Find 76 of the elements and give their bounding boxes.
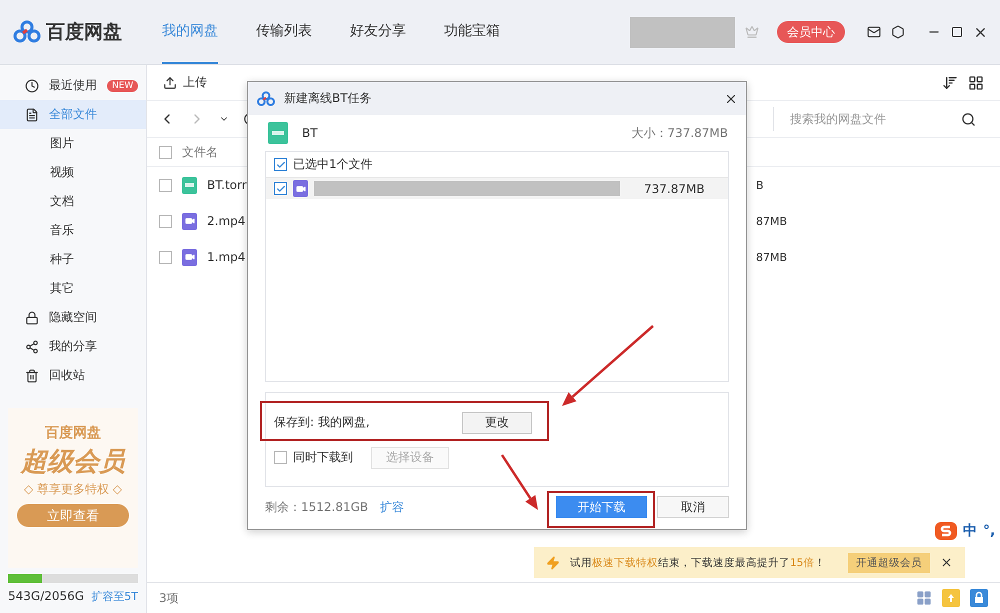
sidebar-icon xyxy=(25,78,39,92)
torrent-file-icon xyxy=(268,122,288,144)
table-cell-text: 87MB xyxy=(756,214,788,228)
total-size: 大小：737.87MB xyxy=(631,124,728,142)
select-all-label: 已选中1个文件 xyxy=(293,156,373,173)
sidebar-item[interactable]: 种子 xyxy=(0,245,146,274)
toolbar-button[interactable]: 上传 xyxy=(163,74,207,91)
sidebar-item[interactable]: 隐藏空间 xyxy=(0,303,146,332)
nav-tab[interactable]: 好友分享 xyxy=(350,0,406,64)
change-button[interactable]: 更改 xyxy=(462,412,532,434)
upload-icon xyxy=(163,76,177,90)
app-title: 百度网盘 xyxy=(46,20,122,45)
sidebar-item[interactable]: 回收站 xyxy=(0,361,146,390)
checkbox[interactable] xyxy=(159,146,172,158)
grid-view-icon[interactable] xyxy=(968,74,984,90)
torrent-file-icon xyxy=(182,176,197,194)
cloud-logo-icon xyxy=(256,90,276,106)
file-name: 1.mp4 xyxy=(207,250,246,264)
sidebar-item[interactable]: 其它 xyxy=(0,274,146,303)
file-name: BT.torr xyxy=(207,178,247,192)
nav-tab[interactable]: 传输列表 xyxy=(256,0,312,64)
sidebar-item[interactable]: 文档 xyxy=(0,187,146,216)
upgrade-button[interactable]: 开通超级会员 xyxy=(848,552,930,572)
lightning-icon xyxy=(546,556,560,570)
maximize-icon[interactable] xyxy=(951,26,963,38)
vip-center-button[interactable]: 会员中心 xyxy=(777,21,845,43)
item-count: 3项 xyxy=(159,590,179,606)
sidebar-item[interactable]: 视频 xyxy=(0,158,146,187)
search-field[interactable]: 搜索我的网盘文件 xyxy=(788,111,961,127)
sidebar-icon xyxy=(25,108,39,122)
sort-icon[interactable] xyxy=(942,74,958,90)
checkbox[interactable] xyxy=(274,158,287,171)
notice-text: 试用极速下载特权结束，下载速度最高提升了 15倍！ xyxy=(570,556,826,570)
table-cell-text: 87MB xyxy=(756,250,788,264)
file-size: 737.87MB xyxy=(644,182,705,196)
checkbox[interactable] xyxy=(159,214,172,228)
annotation-arrow xyxy=(500,454,538,510)
storage-usage: 543G/2056G xyxy=(8,589,84,604)
also-download-label: 同时下载到 xyxy=(293,449,353,466)
crown-icon xyxy=(745,25,759,39)
lock-icon[interactable] xyxy=(970,589,988,607)
checkbox[interactable] xyxy=(274,451,287,464)
new-badge: NEW xyxy=(107,80,138,92)
video-file-icon xyxy=(182,212,197,230)
video-file-icon xyxy=(182,248,197,266)
settings-icon[interactable] xyxy=(891,25,905,39)
promo-headline: 超级会员 xyxy=(21,446,125,479)
close-icon[interactable] xyxy=(940,556,953,569)
promo-tagline: ◇ 尊享更多特权 ◇ xyxy=(24,481,122,498)
checkbox[interactable] xyxy=(159,178,172,192)
mail-icon[interactable] xyxy=(867,25,881,39)
dialog-title: 新建离线BT任务 xyxy=(284,90,372,107)
column-header: 文件名 xyxy=(182,144,218,160)
apps-icon[interactable] xyxy=(916,590,932,606)
promo-brand: 百度网盘 xyxy=(45,424,101,442)
nav-tab[interactable]: 功能宝箱 xyxy=(444,0,500,64)
file-name: 2.mp4 xyxy=(207,214,246,228)
ime-mode: 中 xyxy=(963,522,977,540)
checkbox[interactable] xyxy=(159,250,172,264)
save-location: 保存到: 我的网盘, xyxy=(274,414,370,431)
ime-punctuation: °, xyxy=(983,523,996,539)
cancel-button[interactable]: 取消 xyxy=(657,496,729,518)
checkbox[interactable] xyxy=(274,182,287,195)
sidebar-icon xyxy=(25,340,39,354)
cloud-logo-icon xyxy=(12,20,42,44)
sidebar-item[interactable]: 我的分享 xyxy=(0,332,146,361)
expand-link[interactable]: 扩容 xyxy=(380,498,404,516)
sidebar-item[interactable]: 最近使用 NEW xyxy=(0,71,146,100)
sidebar-item[interactable]: 音乐 xyxy=(0,216,146,245)
table-cell-text: B xyxy=(756,178,765,192)
search-icon[interactable] xyxy=(961,112,976,126)
sidebar-item[interactable]: 图片 xyxy=(0,129,146,158)
remaining-space: 剩余：1512.81GB xyxy=(265,498,368,516)
sidebar-icon xyxy=(25,310,39,324)
sidebar-icon xyxy=(25,368,39,382)
torrent-name: BT xyxy=(302,126,318,140)
